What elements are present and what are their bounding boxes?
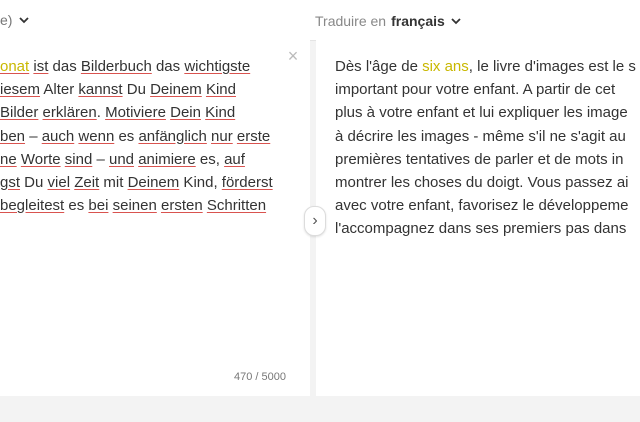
source-text-word: Du: [20, 173, 48, 191]
source-text-word: Kind: [205, 81, 236, 99]
source-text-word: bei: [88, 197, 109, 215]
source-text-word: sind: [64, 150, 93, 168]
target-language-name: français: [391, 13, 445, 29]
source-text-word: Bilder: [0, 104, 39, 122]
source-text-word: Worte: [20, 150, 61, 168]
source-text-line: begleitest es bei seinen ersten Schritte…: [0, 194, 300, 217]
target-text-line: avec votre enfant, favorisez le développ…: [335, 194, 640, 217]
source-text-word: auf: [224, 150, 245, 168]
expand-panel-button[interactable]: ›: [304, 206, 326, 236]
target-text-line: premières tentatives de parler et de mot…: [335, 148, 640, 171]
target-text-word: l'accompagnez dans ses premiers pas dans: [335, 220, 627, 238]
source-text-word: wichtigste: [184, 58, 251, 75]
source-language-label: e): [0, 12, 13, 28]
target-text-word: montrer les choses du doigt. Vous passez…: [335, 173, 629, 191]
source-text-word: ist: [33, 58, 49, 75]
source-text-line: gst Du viel Zeit mit Deinem Kind, förder…: [0, 171, 300, 194]
target-text-line: Dès l'âge de six ans, le livre d'images …: [335, 55, 640, 78]
source-text-word: Motiviere: [105, 104, 166, 122]
source-text-word: Bilderbuch: [80, 58, 152, 75]
source-text-word: onat: [0, 58, 30, 75]
source-text-word: es: [114, 127, 139, 145]
source-text-word: es,: [195, 150, 225, 168]
translation-panel: Dès l'âge de six ans, le livre d'images …: [316, 40, 640, 396]
target-text-line: l'accompagnez dans ses premiers pas dans: [335, 217, 640, 240]
target-text-word: important pour votre enfant. A partir de…: [335, 81, 616, 99]
target-text-line: important pour votre enfant. A partir de…: [335, 78, 640, 101]
target-language-selector[interactable]: Traduire en français: [315, 13, 462, 29]
target-text-word: plus à votre enfant et lui expliquer les…: [335, 104, 628, 122]
source-text-word: Du: [122, 81, 151, 99]
source-language-selector[interactable]: e): [0, 12, 30, 28]
source-text-word: Kind,: [179, 173, 222, 191]
source-text-line: ben – auch wenn es anfänglich nur erste: [0, 125, 300, 148]
source-text-word: begleitest: [0, 197, 65, 215]
source-text-line: Bilder erklären. Motiviere Dein Kind: [0, 101, 300, 124]
source-text-word: Zeit: [74, 173, 100, 191]
source-text-line: onat ist das Bilderbuch das wichtigste: [0, 55, 300, 78]
language-bar: e) Traduire en français: [0, 0, 640, 41]
source-text-word: wenn: [78, 127, 115, 145]
source-text-word: Deinem: [150, 81, 202, 99]
source-text-word: anfänglich: [138, 127, 207, 145]
source-text-word: animiere: [138, 150, 196, 168]
source-text-word: nur: [211, 127, 233, 145]
source-text-word: und: [108, 150, 135, 168]
source-text-word: auch: [41, 127, 75, 145]
chevron-down-icon: [451, 18, 461, 25]
translation-text: Dès l'âge de six ans, le livre d'images …: [335, 55, 640, 241]
chevron-down-icon: [19, 17, 30, 24]
chevron-right-icon: ›: [312, 212, 318, 229]
source-text-word: mit: [99, 173, 128, 191]
source-text-word: Kind: [205, 104, 236, 122]
target-text-line: montrer les choses du doigt. Vous passez…: [335, 171, 640, 194]
source-text-word: gst: [0, 173, 21, 191]
source-text-word: es: [64, 197, 89, 215]
source-text-line: iesem Alter kannst Du Deinem Kind: [0, 78, 300, 101]
source-text-word: erklären: [42, 104, 97, 122]
source-text-word: iesem: [0, 81, 41, 99]
source-text-word: .: [96, 104, 106, 122]
source-text-panel[interactable]: onat ist das Bilderbuch das wichtigste ie…: [0, 40, 310, 396]
source-text-word: ben: [0, 127, 26, 145]
source-text-word: viel: [47, 173, 71, 191]
source-text-word: –: [25, 127, 42, 145]
source-text-word: –: [92, 150, 109, 168]
source-text-word: kannst: [78, 81, 123, 99]
translate-into-label: Traduire en: [315, 13, 387, 29]
close-icon[interactable]: ×: [286, 47, 300, 65]
source-text-word: förderst: [221, 173, 273, 191]
source-text-word: seinen: [112, 197, 157, 215]
source-text-word: erste: [236, 127, 271, 145]
source-text-word: Alter: [40, 81, 79, 99]
source-text-word: ne: [0, 150, 17, 168]
source-text-line: ne Worte sind – und animiere es, auf: [0, 148, 300, 171]
target-text-word: Dès l'âge de: [335, 58, 423, 75]
target-text-word: premières tentatives de parler et de mot…: [335, 150, 624, 168]
source-text-word: ersten: [160, 197, 203, 215]
target-text-line: plus à votre enfant et lui expliquer les…: [335, 101, 640, 124]
target-text-word: à décrire les images - même s'il ne s'ag…: [335, 127, 626, 145]
target-text-word: , le livre d'images est le s: [468, 58, 636, 75]
character-counter: 470 / 5000: [234, 371, 286, 383]
source-text-word: Schritten: [206, 197, 267, 215]
target-text-word: six ans: [422, 58, 469, 75]
source-text-word: das: [151, 58, 185, 75]
target-text-line: à décrire les images - même s'il ne s'ag…: [335, 125, 640, 148]
source-text-word: das: [48, 58, 81, 75]
source-text-area[interactable]: onat ist das Bilderbuch das wichtigste ie…: [0, 55, 300, 217]
target-text-word: avec votre enfant, favorisez le développ…: [335, 197, 629, 215]
source-text-word: Dein: [170, 104, 201, 122]
source-text-word: Deinem: [127, 173, 180, 191]
